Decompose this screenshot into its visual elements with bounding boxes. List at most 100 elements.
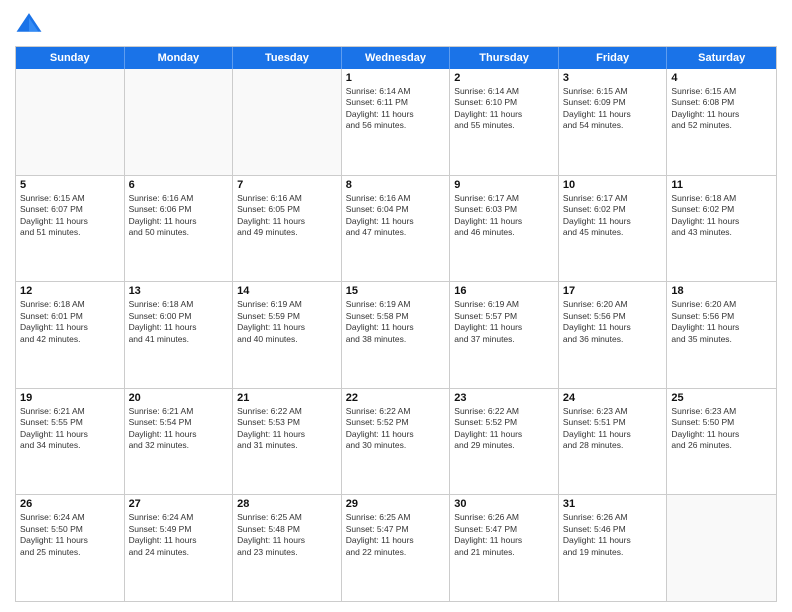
cell-day-number: 17: [563, 285, 663, 297]
cell-day-number: 15: [346, 285, 446, 297]
cell-day-number: 10: [563, 179, 663, 191]
cell-day-number: 23: [454, 392, 554, 404]
cell-info: Sunrise: 6:19 AM Sunset: 5:58 PM Dayligh…: [346, 299, 446, 345]
cell-day-number: 8: [346, 179, 446, 191]
cell-day-number: 5: [20, 179, 120, 191]
calendar-cell-25: 25 Sunrise: 6:23 AM Sunset: 5:50 PM Dayli…: [667, 389, 776, 495]
calendar-cell-5: 5Sunrise: 6:15 AM Sunset: 6:07 PM Daylig…: [16, 176, 125, 282]
page: SundayMondayTuesdayWednesdayThursdayFrid…: [0, 0, 792, 612]
cell-day-number: 27: [129, 498, 229, 510]
cell-day-number: 25: [671, 392, 772, 404]
calendar-cell-30: 30 Sunrise: 6:26 AM Sunset: 5:47 PM Dayli…: [450, 495, 559, 601]
cell-info: Sunrise: 6:15 AM Sunset: 6:08 PM Dayligh…: [671, 86, 772, 132]
calendar-cell-empty: [667, 495, 776, 601]
calendar-cell-17: 17 Sunrise: 6:20 AM Sunset: 5:56 PM Dayli…: [559, 282, 668, 388]
calendar-cell-27: 27Sunrise: 6:24 AM Sunset: 5:49 PM Dayli…: [125, 495, 234, 601]
cell-info: Sunrise: 6:18 AM Sunset: 6:02 PM Dayligh…: [671, 193, 772, 239]
calendar-body: 1Sunrise: 6:14 AM Sunset: 6:11 PM Daylig…: [16, 69, 776, 601]
calendar-cell-9: 9 Sunrise: 6:17 AM Sunset: 6:03 PM Daylig…: [450, 176, 559, 282]
cell-day-number: 19: [20, 392, 120, 404]
day-header-friday: Friday: [559, 47, 668, 69]
calendar-cell-10: 10 Sunrise: 6:17 AM Sunset: 6:02 PM Dayli…: [559, 176, 668, 282]
cell-info: Sunrise: 6:16 AM Sunset: 6:04 PM Dayligh…: [346, 193, 446, 239]
cell-info: Sunrise: 6:25 AM Sunset: 5:48 PM Dayligh…: [237, 512, 337, 558]
cell-info: Sunrise: 6:24 AM Sunset: 5:50 PM Dayligh…: [20, 512, 120, 558]
cell-day-number: 18: [671, 285, 772, 297]
day-header-tuesday: Tuesday: [233, 47, 342, 69]
cell-info: Sunrise: 6:26 AM Sunset: 5:46 PM Dayligh…: [563, 512, 663, 558]
cell-info: Sunrise: 6:23 AM Sunset: 5:51 PM Dayligh…: [563, 406, 663, 452]
cell-day-number: 13: [129, 285, 229, 297]
cell-day-number: 22: [346, 392, 446, 404]
calendar-cell-6: 6 Sunrise: 6:16 AM Sunset: 6:06 PM Daylig…: [125, 176, 234, 282]
day-header-wednesday: Wednesday: [342, 47, 451, 69]
calendar-row-4: 19 Sunrise: 6:21 AM Sunset: 5:55 PM Dayli…: [16, 389, 776, 496]
cell-info: Sunrise: 6:26 AM Sunset: 5:47 PM Dayligh…: [454, 512, 554, 558]
day-header-monday: Monday: [125, 47, 234, 69]
calendar-cell-8: 8 Sunrise: 6:16 AM Sunset: 6:04 PM Daylig…: [342, 176, 451, 282]
calendar-cell-4: 4 Sunrise: 6:15 AM Sunset: 6:08 PM Daylig…: [667, 69, 776, 175]
cell-info: Sunrise: 6:15 AM Sunset: 6:09 PM Dayligh…: [563, 86, 663, 132]
day-header-sunday: Sunday: [16, 47, 125, 69]
calendar-header: SundayMondayTuesdayWednesdayThursdayFrid…: [16, 47, 776, 69]
cell-day-number: 1: [346, 72, 446, 84]
calendar-cell-31: 31 Sunrise: 6:26 AM Sunset: 5:46 PM Dayli…: [559, 495, 668, 601]
cell-day-number: 26: [20, 498, 120, 510]
calendar-cell-12: 12 Sunrise: 6:18 AM Sunset: 6:01 PM Dayli…: [16, 282, 125, 388]
cell-info: Sunrise: 6:18 AM Sunset: 6:01 PM Dayligh…: [20, 299, 120, 345]
cell-day-number: 6: [129, 179, 229, 191]
calendar-cell-22: 22 Sunrise: 6:22 AM Sunset: 5:52 PM Dayli…: [342, 389, 451, 495]
calendar-cell-20: 20Sunrise: 6:21 AM Sunset: 5:54 PM Dayli…: [125, 389, 234, 495]
calendar-row-1: 1Sunrise: 6:14 AM Sunset: 6:11 PM Daylig…: [16, 69, 776, 176]
calendar-cell-empty: [16, 69, 125, 175]
calendar-cell-15: 15 Sunrise: 6:19 AM Sunset: 5:58 PM Dayli…: [342, 282, 451, 388]
cell-info: Sunrise: 6:22 AM Sunset: 5:53 PM Dayligh…: [237, 406, 337, 452]
calendar-cell-24: 24 Sunrise: 6:23 AM Sunset: 5:51 PM Dayli…: [559, 389, 668, 495]
cell-day-number: 20: [129, 392, 229, 404]
day-header-saturday: Saturday: [667, 47, 776, 69]
cell-day-number: 11: [671, 179, 772, 191]
logo-icon: [15, 10, 43, 38]
cell-info: Sunrise: 6:25 AM Sunset: 5:47 PM Dayligh…: [346, 512, 446, 558]
cell-day-number: 21: [237, 392, 337, 404]
cell-info: Sunrise: 6:17 AM Sunset: 6:02 PM Dayligh…: [563, 193, 663, 239]
cell-info: Sunrise: 6:20 AM Sunset: 5:56 PM Dayligh…: [563, 299, 663, 345]
calendar-cell-21: 21 Sunrise: 6:22 AM Sunset: 5:53 PM Dayli…: [233, 389, 342, 495]
cell-day-number: 30: [454, 498, 554, 510]
cell-day-number: 24: [563, 392, 663, 404]
cell-day-number: 29: [346, 498, 446, 510]
day-header-thursday: Thursday: [450, 47, 559, 69]
cell-day-number: 12: [20, 285, 120, 297]
logo: [15, 10, 47, 38]
cell-info: Sunrise: 6:22 AM Sunset: 5:52 PM Dayligh…: [346, 406, 446, 452]
calendar-cell-3: 3Sunrise: 6:15 AM Sunset: 6:09 PM Daylig…: [559, 69, 668, 175]
calendar-cell-19: 19 Sunrise: 6:21 AM Sunset: 5:55 PM Dayli…: [16, 389, 125, 495]
calendar-cell-11: 11 Sunrise: 6:18 AM Sunset: 6:02 PM Dayli…: [667, 176, 776, 282]
cell-day-number: 28: [237, 498, 337, 510]
cell-info: Sunrise: 6:23 AM Sunset: 5:50 PM Dayligh…: [671, 406, 772, 452]
cell-info: Sunrise: 6:22 AM Sunset: 5:52 PM Dayligh…: [454, 406, 554, 452]
calendar-cell-2: 2Sunrise: 6:14 AM Sunset: 6:10 PM Daylig…: [450, 69, 559, 175]
calendar-cell-28: 28 Sunrise: 6:25 AM Sunset: 5:48 PM Dayli…: [233, 495, 342, 601]
calendar-cell-23: 23 Sunrise: 6:22 AM Sunset: 5:52 PM Dayli…: [450, 389, 559, 495]
cell-day-number: 9: [454, 179, 554, 191]
calendar-row-2: 5Sunrise: 6:15 AM Sunset: 6:07 PM Daylig…: [16, 176, 776, 283]
calendar-cell-empty: [233, 69, 342, 175]
cell-day-number: 16: [454, 285, 554, 297]
calendar-cell-29: 29 Sunrise: 6:25 AM Sunset: 5:47 PM Dayli…: [342, 495, 451, 601]
calendar-cell-26: 26 Sunrise: 6:24 AM Sunset: 5:50 PM Dayli…: [16, 495, 125, 601]
cell-day-number: 31: [563, 498, 663, 510]
cell-info: Sunrise: 6:17 AM Sunset: 6:03 PM Dayligh…: [454, 193, 554, 239]
cell-day-number: 4: [671, 72, 772, 84]
cell-info: Sunrise: 6:19 AM Sunset: 5:57 PM Dayligh…: [454, 299, 554, 345]
cell-info: Sunrise: 6:16 AM Sunset: 6:06 PM Dayligh…: [129, 193, 229, 239]
cell-info: Sunrise: 6:14 AM Sunset: 6:10 PM Dayligh…: [454, 86, 554, 132]
cell-info: Sunrise: 6:21 AM Sunset: 5:55 PM Dayligh…: [20, 406, 120, 452]
header: [15, 10, 777, 38]
cell-day-number: 7: [237, 179, 337, 191]
calendar-cell-14: 14Sunrise: 6:19 AM Sunset: 5:59 PM Dayli…: [233, 282, 342, 388]
calendar-cell-empty: [125, 69, 234, 175]
cell-info: Sunrise: 6:20 AM Sunset: 5:56 PM Dayligh…: [671, 299, 772, 345]
calendar-row-3: 12 Sunrise: 6:18 AM Sunset: 6:01 PM Dayli…: [16, 282, 776, 389]
calendar-cell-7: 7Sunrise: 6:16 AM Sunset: 6:05 PM Daylig…: [233, 176, 342, 282]
